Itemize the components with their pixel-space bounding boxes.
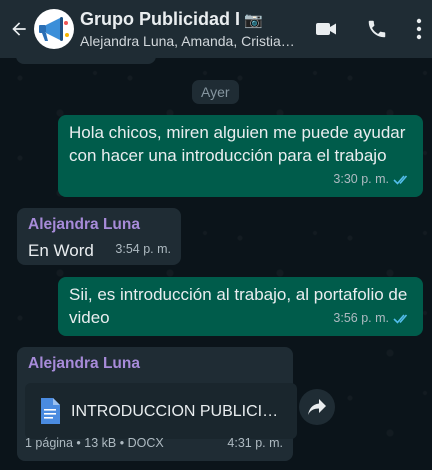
document-icon: [41, 398, 60, 424]
message-time: 3:56 p. m.: [333, 311, 389, 325]
document-attachment[interactable]: INTRODUCCION PUBLICI…: [25, 383, 297, 439]
sender-name: Alejandra Luna: [28, 355, 140, 372]
voice-call-button[interactable]: [366, 18, 388, 40]
read-receipt-icon: [393, 314, 408, 324]
group-avatar[interactable]: [34, 9, 74, 49]
incoming-document-message[interactable]: Alejandra Luna INTRODUCCION PUBLICI… 1 p…: [17, 347, 297, 461]
incoming-message[interactable]: Alejandra Luna En Word 3:54 p. m.: [17, 208, 181, 265]
outgoing-message[interactable]: Hola chicos, miren alguien me puede ayud…: [58, 115, 423, 197]
date-divider: Ayer: [192, 80, 239, 104]
chat-title: Grupo Publicidad I 📷: [80, 9, 302, 30]
megaphone-icon: [39, 17, 69, 41]
camera-emoji-icon: 📷: [244, 11, 263, 29]
video-call-button[interactable]: [314, 17, 338, 41]
message-time: 3:30 p. m.: [333, 172, 389, 186]
message-time: 4:31 p. m.: [227, 436, 283, 450]
forward-button[interactable]: [299, 389, 335, 425]
previous-message-remnant: [16, 52, 156, 64]
read-receipt-icon: [393, 175, 408, 185]
sender-name: Alejandra Luna: [28, 216, 140, 233]
document-info: 1 página • 13 kB • DOCX: [25, 436, 164, 450]
video-call-icon: [316, 23, 336, 35]
phone-icon: [368, 20, 386, 38]
message-text: Hola chicos, miren alguien me puede ayud…: [69, 123, 406, 165]
back-button[interactable]: [4, 0, 34, 58]
group-name: Grupo Publicidad I: [80, 9, 241, 29]
outgoing-message[interactable]: Sii, es introducción al trabajo, al port…: [58, 277, 423, 336]
message-time: 3:54 p. m.: [115, 242, 171, 256]
forward-arrow-icon: [308, 399, 326, 415]
chat-title-block[interactable]: Grupo Publicidad I 📷 Alejandra Luna, Ama…: [80, 9, 302, 49]
back-arrow-icon: [12, 22, 26, 36]
more-vert-icon: [416, 18, 422, 40]
participants-list: Alejandra Luna, Amanda, Cristia…: [80, 33, 295, 49]
chat-header: Grupo Publicidad I 📷 Alejandra Luna, Ama…: [0, 0, 432, 58]
document-name: INTRODUCCION PUBLICI…: [71, 402, 279, 420]
more-options-button[interactable]: [416, 18, 422, 40]
